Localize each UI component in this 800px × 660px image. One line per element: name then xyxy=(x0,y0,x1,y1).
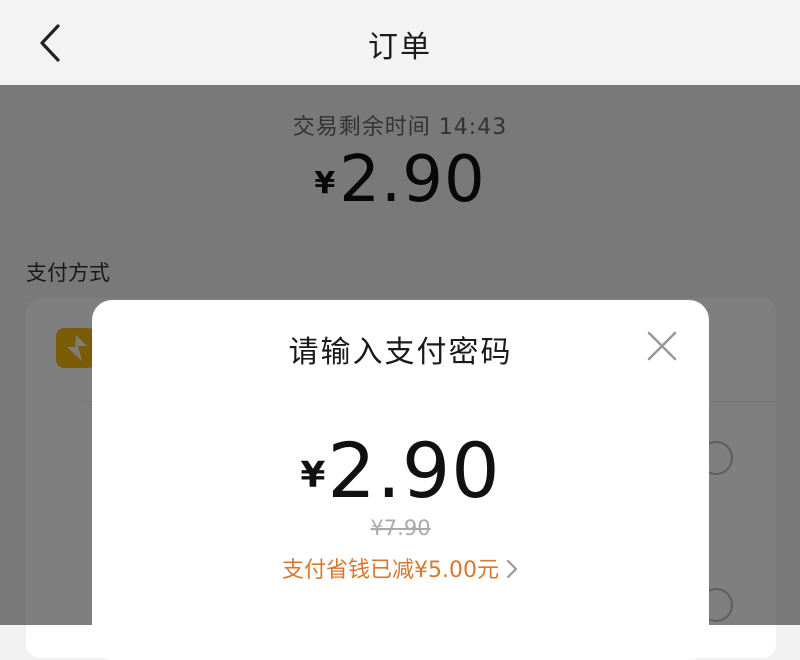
close-icon xyxy=(644,328,680,364)
discount-text: 支付省钱已减¥5.00元 xyxy=(282,558,499,583)
payment-amount: ¥2.90 xyxy=(92,426,709,515)
payment-amount-value: 2.90 xyxy=(327,426,501,515)
discount-details-link[interactable]: 支付省钱已减¥5.00元 xyxy=(92,552,709,584)
payment-amount-currency: ¥ xyxy=(300,455,326,496)
dialog-title: 请输入支付密码 xyxy=(288,335,513,370)
payment-password-dialog: 请输入支付密码 ¥2.90 ¥7.90 支付省钱已减¥5.00元 xyxy=(92,300,709,660)
close-button[interactable] xyxy=(644,328,680,364)
original-price: ¥7.90 xyxy=(370,516,431,540)
chevron-right-icon xyxy=(505,558,519,580)
page-title: 订单 xyxy=(368,30,432,65)
top-navigation-bar: 订单 xyxy=(0,0,800,85)
